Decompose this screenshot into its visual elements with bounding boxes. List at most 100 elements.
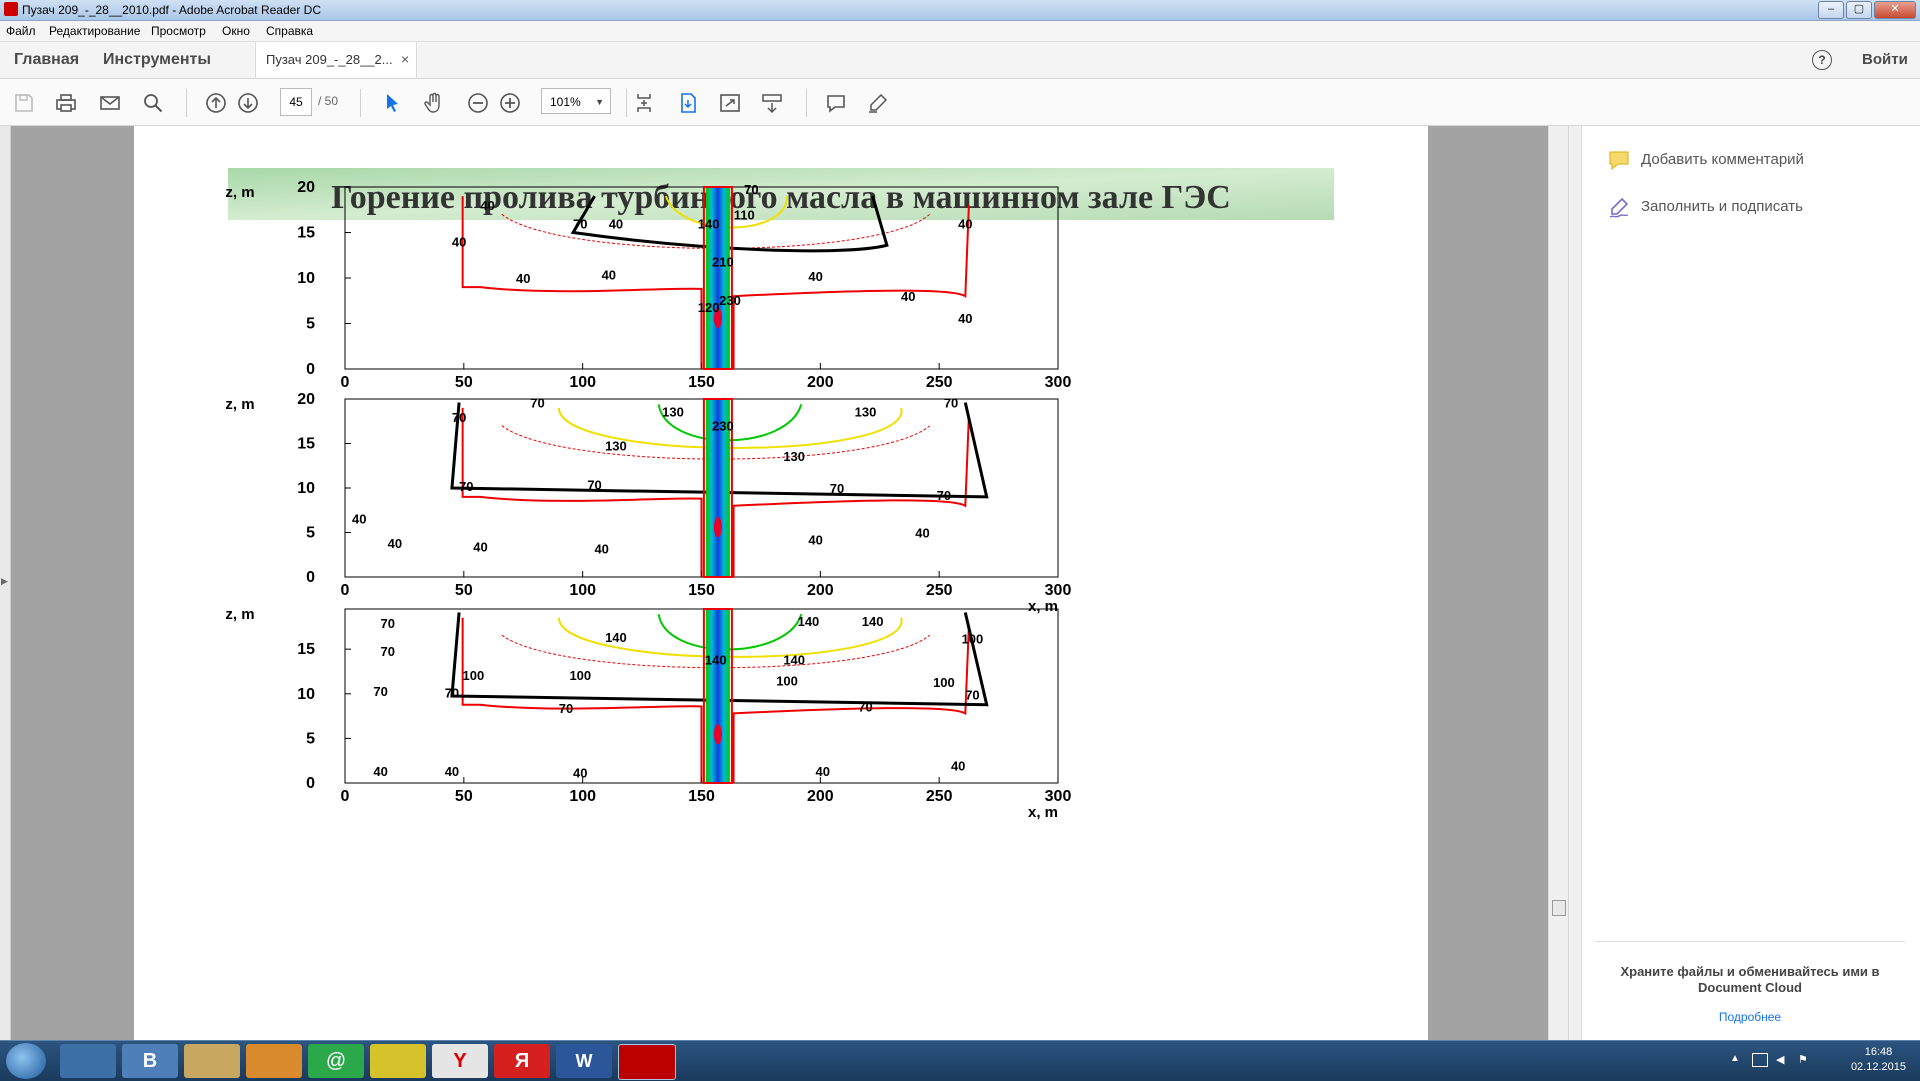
plot-3-contour-label: 100 <box>962 632 984 647</box>
taskbar-mail-agent-app[interactable]: @ <box>308 1044 364 1078</box>
taskbar-yandex-app[interactable]: Я <box>494 1044 550 1078</box>
taskbar-acrobat-app[interactable] <box>618 1044 676 1080</box>
tray-arrow-icon[interactable]: ▲ <box>1730 1053 1740 1064</box>
plot-1-contour-label: 40 <box>958 311 972 326</box>
search-icon[interactable] <box>141 91 165 115</box>
toolbar-separator <box>626 89 627 117</box>
plot-1-contour-label: 40 <box>602 267 616 282</box>
plot-3-plume-column <box>705 609 730 783</box>
hand-tool-icon[interactable] <box>422 91 446 115</box>
plot-2-contour-label: 40 <box>352 511 366 526</box>
page-convert-icon[interactable] <box>676 91 700 115</box>
scroll-mode-icon[interactable] <box>760 91 784 115</box>
tab-home[interactable]: Главная <box>14 51 79 69</box>
document-viewport[interactable]: ▶ Горение пролива турбинного масла в маш… <box>0 126 1569 1040</box>
menu-help[interactable]: Справка <box>266 24 313 38</box>
minimize-button[interactable]: – <box>1818 1 1844 19</box>
right-panel-toggle[interactable] <box>1569 126 1582 1040</box>
plot-1-contour-label: 40 <box>958 216 972 231</box>
plot-2-contour-label: 40 <box>808 533 822 548</box>
page-number-input[interactable]: 45 <box>280 88 312 116</box>
select-cursor-icon[interactable] <box>380 91 404 115</box>
fullscreen-icon[interactable] <box>718 91 742 115</box>
chevron-down-icon: ▼ <box>595 97 604 107</box>
zoom-in-icon[interactable] <box>498 91 522 115</box>
plot-2-contour-label: 40 <box>388 536 402 551</box>
tab-document[interactable]: Пузач 209_-_28__2... × <box>255 42 417 78</box>
taskbar-vk-app[interactable]: B <box>122 1044 178 1078</box>
windows-taskbar: B @ Y Я W ▲ ◀ ⚑ 16:48 02.12.2015 <box>0 1040 1920 1081</box>
plot-1-contour-label: 40 <box>516 271 530 286</box>
comment-bubble-icon <box>1609 151 1629 171</box>
comment-icon[interactable] <box>824 91 848 115</box>
close-tab-icon[interactable]: × <box>401 51 409 67</box>
plot-3-y-tick-label: 10 <box>297 686 315 703</box>
plot-3-x-tick-label: 0 <box>341 788 350 805</box>
page-content: Горение пролива турбинного масла в машин… <box>225 168 1334 821</box>
menu-window[interactable]: Окно <box>222 24 250 38</box>
vertical-scrollbar[interactable] <box>1548 126 1569 1040</box>
taskbar-clock[interactable]: 16:48 02.12.2015 <box>1851 1045 1906 1075</box>
close-window-button[interactable]: ✕ <box>1874 1 1916 19</box>
taskbar-media-app[interactable] <box>246 1044 302 1078</box>
plot-2-contour-label: 70 <box>587 477 601 492</box>
menu-view[interactable]: Просмотр <box>151 24 206 38</box>
plot-3-contour-label: 70 <box>373 684 387 699</box>
taskbar-word-app[interactable]: W <box>556 1044 612 1078</box>
plot-2-contour-label: 70 <box>830 481 844 496</box>
maximize-button[interactable]: ▢ <box>1846 1 1872 19</box>
tab-bar: Главная Инструменты Пузач 209_-_28__2...… <box>0 42 1920 79</box>
plot-3-x-axis-label: x, m <box>1028 804 1058 821</box>
zoom-value: 101% <box>550 95 581 109</box>
email-icon[interactable] <box>98 91 122 115</box>
network-icon[interactable] <box>1752 1053 1768 1067</box>
next-page-icon[interactable] <box>236 91 260 115</box>
taskbar-sound-app[interactable] <box>60 1044 116 1078</box>
plot-1-contour-label: 40 <box>480 198 494 213</box>
volume-icon[interactable]: ◀ <box>1776 1053 1784 1066</box>
menu-bar: Файл Редактирование Просмотр Окно Справк… <box>0 21 1920 42</box>
page-total: / 50 <box>318 94 339 108</box>
plot-1-contour-label: 70 <box>573 216 587 231</box>
signin-button[interactable]: Войти <box>1862 51 1908 68</box>
highlight-pen-icon[interactable] <box>866 91 890 115</box>
plot-3-x-tick-label: 250 <box>926 788 953 805</box>
menu-edit[interactable]: Редактирование <box>49 24 140 38</box>
scrollbar-thumb[interactable] <box>1552 900 1566 916</box>
learn-more-link[interactable]: Подробнее <box>1595 1010 1905 1024</box>
left-panel-toggle[interactable]: ▶ <box>0 126 11 1040</box>
plot-2-y-tick-label: 20 <box>297 391 315 408</box>
taskbar-music-app[interactable] <box>370 1044 426 1078</box>
add-comment-label: Добавить комментарий <box>1641 151 1804 168</box>
plot-3-contour-label: 100 <box>776 673 798 688</box>
start-button[interactable] <box>6 1043 46 1079</box>
plot-1-x-tick-label: 0 <box>341 374 350 391</box>
plot-2-contour-label: 70 <box>937 488 951 503</box>
previous-page-icon[interactable] <box>204 91 228 115</box>
plot-3-y-tick-label: 0 <box>306 775 315 792</box>
plot-3-contour-label: 140 <box>705 652 727 667</box>
plot-2-x-tick-label: 0 <box>341 582 350 599</box>
pdf-page: Горение пролива турбинного масла в машин… <box>134 126 1428 1040</box>
menu-file[interactable]: Файл <box>6 24 36 38</box>
plot-2-contour-label: 230 <box>712 419 734 434</box>
plot-2-contour-label: 130 <box>662 404 684 419</box>
plot-3-contour-label: 140 <box>862 614 884 629</box>
help-icon[interactable]: ? <box>1812 50 1832 70</box>
zoom-out-icon[interactable] <box>466 91 490 115</box>
plot-3-contour-label: 40 <box>373 764 387 779</box>
plot-1-x-tick-label: 50 <box>455 374 473 391</box>
fit-page-icon[interactable] <box>632 91 656 115</box>
taskbar-explorer-app[interactable] <box>184 1044 240 1078</box>
plot-3-contour-label: 70 <box>965 687 979 702</box>
plot-1-contour-label: 40 <box>901 289 915 304</box>
tab-tools[interactable]: Инструменты <box>103 51 211 69</box>
flag-icon[interactable]: ⚑ <box>1798 1053 1808 1066</box>
clock-time: 16:48 <box>1864 1046 1893 1058</box>
plot-1-contour-red-right <box>732 205 970 369</box>
save-icon[interactable] <box>12 91 36 115</box>
zoom-select[interactable]: 101% ▼ <box>541 88 611 114</box>
print-icon[interactable] <box>54 91 78 115</box>
clock-date: 02.12.2015 <box>1850 1061 1906 1073</box>
taskbar-yandex-browser-app[interactable]: Y <box>432 1044 488 1078</box>
